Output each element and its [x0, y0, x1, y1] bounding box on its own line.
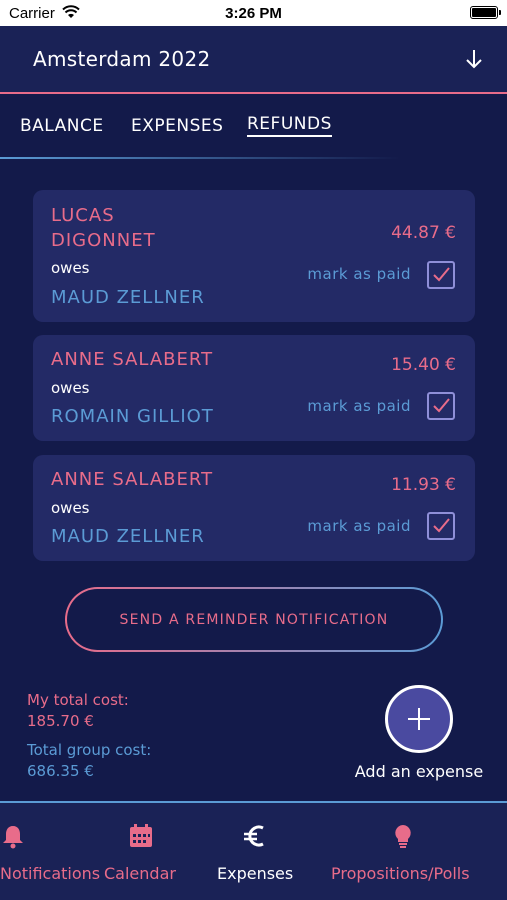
- add-expense-button[interactable]: [385, 685, 453, 753]
- mark-as-paid-label[interactable]: mark as paid: [307, 397, 411, 415]
- owes-label: owes: [51, 499, 90, 517]
- calendar-icon: [130, 824, 152, 847]
- status-bar: Carrier 3:26 PM: [0, 0, 507, 26]
- nav-label: Notifications: [0, 864, 101, 883]
- creditor-name: ROMAIN GILLIOT: [51, 406, 214, 427]
- checkmark-icon: [433, 267, 450, 282]
- nav-propositions[interactable]: Propositions/Polls: [325, 803, 485, 900]
- lightbulb-icon: [395, 825, 411, 848]
- refund-amount: 11.93 €: [391, 475, 456, 495]
- cost-summary: My total cost: 185.70 € Total group cost…: [27, 690, 227, 782]
- add-expense-label[interactable]: Add an expense: [335, 762, 503, 781]
- refund-amount: 44.87 €: [391, 223, 456, 243]
- debtor-name: ANNE SALABERT: [51, 469, 214, 490]
- nav-calendar[interactable]: Calendar: [100, 803, 180, 900]
- tab-bar: BALANCE EXPENSES REFUNDS: [0, 112, 507, 158]
- creditor-name: MAUD ZELLNER: [51, 287, 205, 308]
- creditor-name: MAUD ZELLNER: [51, 526, 205, 547]
- debtor-name: LUCAS DIGONNET: [51, 205, 156, 251]
- nav-label: Propositions/Polls: [331, 864, 470, 883]
- tab-balance[interactable]: BALANCE: [20, 116, 104, 136]
- mark-as-paid-label[interactable]: mark as paid: [307, 265, 411, 283]
- mark-as-paid-label[interactable]: mark as paid: [307, 517, 411, 535]
- tab-expenses[interactable]: EXPENSES: [131, 116, 223, 136]
- group-total-label: Total group cost:: [27, 741, 152, 759]
- group-total-value: 686.35 €: [27, 762, 94, 780]
- paid-checkbox[interactable]: [427, 512, 455, 540]
- trip-header: Amsterdam 2022: [0, 26, 507, 94]
- down-arrow-icon[interactable]: [463, 47, 485, 71]
- refund-card: ANNE SALABERT owes ROMAIN GILLIOT 15.40 …: [33, 335, 475, 441]
- my-total-label: My total cost:: [27, 691, 129, 709]
- nav-notifications[interactable]: Notifications: [0, 803, 110, 900]
- my-total-value: 185.70 €: [27, 712, 94, 730]
- debtor-name: ANNE SALABERT: [51, 349, 214, 370]
- trip-title[interactable]: Amsterdam 2022: [33, 47, 211, 71]
- tab-refunds[interactable]: REFUNDS: [247, 114, 332, 137]
- refund-card: ANNE SALABERT owes MAUD ZELLNER 11.93 € …: [33, 455, 475, 561]
- tab-divider: [0, 157, 400, 159]
- nav-label: Expenses: [217, 864, 294, 883]
- paid-checkbox[interactable]: [427, 392, 455, 420]
- bottom-navigation: Notifications Calendar Expenses Proposit…: [0, 801, 507, 900]
- send-reminder-button[interactable]: SEND A REMINDER NOTIFICATION: [65, 587, 443, 652]
- refund-card: LUCAS DIGONNET owes MAUD ZELLNER 44.87 €…: [33, 190, 475, 322]
- paid-checkbox[interactable]: [427, 261, 455, 289]
- bell-icon: [3, 826, 23, 849]
- nav-expenses[interactable]: Expenses: [210, 803, 300, 900]
- checkmark-icon: [433, 518, 450, 533]
- owes-label: owes: [51, 259, 90, 277]
- checkmark-icon: [433, 398, 450, 413]
- owes-label: owes: [51, 379, 90, 397]
- nav-label: Calendar: [104, 864, 176, 883]
- clock: 3:26 PM: [225, 5, 282, 22]
- send-reminder-label: SEND A REMINDER NOTIFICATION: [119, 611, 389, 628]
- euro-icon: [244, 825, 264, 847]
- battery-icon: [470, 6, 501, 19]
- refund-amount: 15.40 €: [391, 355, 456, 375]
